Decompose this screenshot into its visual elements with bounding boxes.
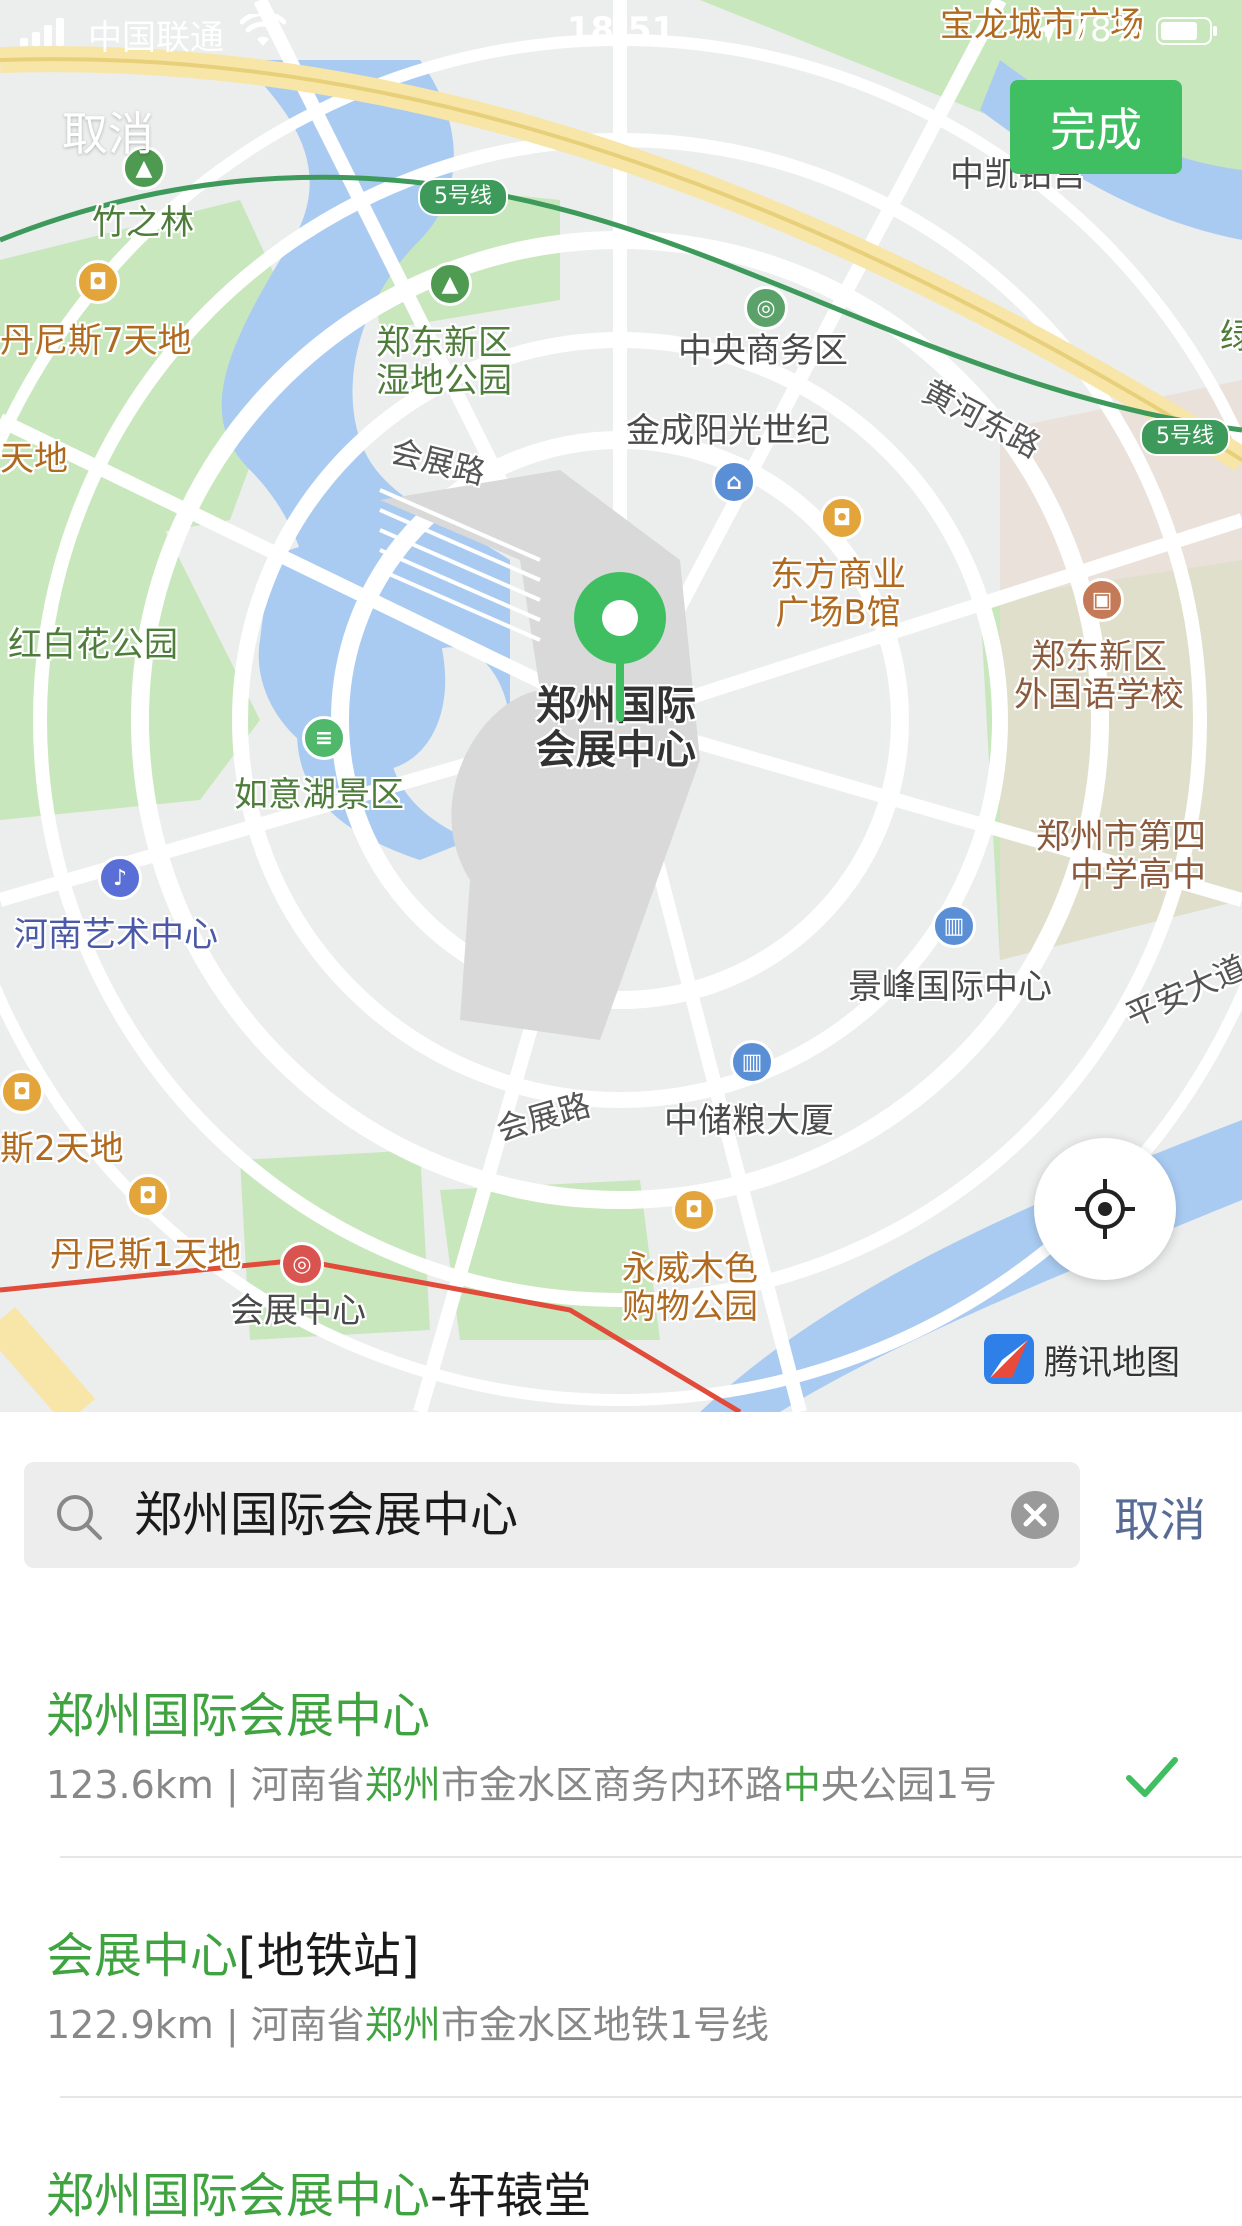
crosshair-icon	[1075, 1179, 1135, 1239]
shopping-bag-icon: ◘	[0, 1070, 44, 1114]
result-item[interactable]: 郑州国际会展中心-轩辕堂	[0, 2128, 1242, 2224]
shopping-bag-icon: ◘	[126, 1174, 170, 1218]
result-address-highlight: 中	[782, 1763, 821, 1807]
search-cancel-button[interactable]: 取消	[1114, 1484, 1206, 1550]
map-label: 河南艺术中心	[14, 915, 218, 955]
location-arrow-icon	[1036, 20, 1058, 44]
building-icon: ▥	[932, 904, 976, 948]
map-label-line: 郑东新区	[376, 323, 512, 363]
map-label: 红白花公园	[8, 625, 178, 665]
result-address-part: 河南省	[250, 2003, 365, 2047]
status-bar: 中国联通 18:51 78%	[0, 0, 1242, 64]
battery-percent: 78%	[1068, 10, 1144, 50]
map-label: 郑东新区 湿地公园	[376, 324, 512, 400]
result-title-rest: [地铁站]	[238, 1928, 420, 1984]
result-address-highlight: 郑州	[364, 1763, 441, 1807]
result-item[interactable]: 会展中心[地铁站] 122.9km | 河南省郑州市金水区地铁1号线	[0, 1888, 1242, 2108]
shopping-bag-icon: ◘	[672, 1188, 716, 1232]
map-label: 景峰国际中心	[848, 967, 1052, 1007]
map-label: 竹之林	[92, 203, 194, 243]
map-label-line: 东方商业	[770, 555, 906, 595]
divider	[60, 2096, 1242, 2098]
building-icon: ▥	[730, 1040, 774, 1084]
map-label: 丹尼斯7天地	[0, 321, 192, 361]
metro-station-icon: ◎	[280, 1242, 324, 1286]
map-label-line: 购物公园	[622, 1287, 758, 1327]
map-label: 郑州市第四 中学高中	[1036, 818, 1206, 894]
map-label: 永威木色 购物公园	[622, 1250, 758, 1326]
result-distance: 122.9km	[46, 2003, 214, 2047]
house-icon: ⌂	[712, 460, 756, 504]
result-separator: |	[213, 1763, 251, 1807]
done-button[interactable]: 完成	[1010, 80, 1182, 174]
map-label: 金成阳光世纪	[626, 411, 830, 451]
map-label-line: 外国语学校	[1014, 675, 1184, 715]
tencent-map-logo-icon	[984, 1334, 1034, 1384]
result-address-part: 市金水区商务内环路	[440, 1763, 783, 1807]
result-address-highlight: 郑州	[364, 2003, 441, 2047]
map-label: 天地	[0, 439, 68, 479]
music-note-icon: ♪	[98, 856, 142, 900]
search-results-sheet: 郑州国际会展中心 取消 郑州国际会展中心 123.6km | 河南省郑州市金水区…	[0, 1412, 1242, 2224]
tree-icon: ▲	[428, 262, 472, 306]
result-separator: |	[213, 2003, 251, 2047]
shopping-bag-icon: ◘	[76, 260, 120, 304]
map-label-line: 会展中心	[536, 727, 696, 773]
map-label: 斯2天地	[0, 1129, 124, 1169]
search-icon	[57, 1495, 102, 1540]
result-title-rest: -轩辕堂	[430, 2168, 592, 2224]
map-label: 郑东新区 外国语学校	[1014, 638, 1184, 714]
map-logo-text: 腾讯地图	[1044, 1342, 1180, 1383]
result-address: 123.6km | 河南省郑州市金水区商务内环路中央公园1号	[46, 1754, 997, 1809]
map-label-line: 广场B馆	[775, 593, 901, 633]
map-label: 会展中心	[230, 1291, 366, 1331]
map-label: 绿	[1220, 317, 1242, 357]
cancel-button[interactable]: 取消	[62, 98, 154, 164]
result-address-part: 央公园1号	[820, 1763, 998, 1807]
school-icon: ▣	[1080, 578, 1124, 622]
metro-station-icon: ◎	[744, 286, 788, 330]
result-title: 郑州国际会展中心-轩辕堂	[46, 2156, 591, 2226]
result-title: 郑州国际会展中心	[46, 1688, 431, 1744]
metro-line-badge: 5号线	[418, 178, 508, 216]
location-pin-icon	[574, 572, 666, 722]
map-provider-logo: 腾讯地图	[982, 1332, 1180, 1386]
scenic-area-icon: ≡	[302, 716, 346, 760]
result-distance: 123.6km	[46, 1763, 214, 1807]
search-input[interactable]: 郑州国际会展中心	[134, 1462, 1004, 1568]
result-address-part: 河南省	[250, 1763, 365, 1807]
map-label-line: 湿地公园	[376, 361, 512, 401]
result-address: 122.9km | 河南省郑州市金水区地铁1号线	[46, 1994, 769, 2049]
checkmark-icon	[1126, 1757, 1178, 1797]
result-title-highlight: 郑州国际会展中心	[46, 2168, 431, 2224]
map-label: 东方商业 广场B馆	[770, 556, 906, 632]
map-label: 中储粮大厦	[664, 1101, 834, 1141]
result-address-part: 市金水区地铁1号线	[440, 2003, 769, 2047]
map-label: 丹尼斯1天地	[50, 1235, 242, 1275]
map-label-line: 郑东新区	[1031, 637, 1167, 677]
result-title: 会展中心[地铁站]	[46, 1916, 419, 1986]
result-title-highlight: 会展中心	[46, 1928, 239, 1984]
locate-me-button[interactable]	[1034, 1138, 1176, 1280]
map-view[interactable]: 中国联通 18:51 78% 取消 完成 宝龙城市广场 中凯铂宫 竹之林 丹尼斯…	[0, 0, 1242, 1412]
map-label: 中央商务区	[678, 331, 848, 371]
map-label: 如意湖景区	[234, 775, 404, 815]
search-bar[interactable]: 郑州国际会展中心	[24, 1462, 1080, 1568]
battery-icon	[1156, 17, 1217, 45]
map-label-line: 郑州市第四	[1036, 817, 1206, 857]
map-label-line: 永威木色	[622, 1249, 758, 1289]
map-label-line: 中学高中	[1070, 855, 1206, 895]
metro-line-badge: 5号线	[1140, 418, 1230, 456]
clear-icon[interactable]	[1010, 1490, 1060, 1540]
divider	[60, 1856, 1242, 1858]
result-item[interactable]: 郑州国际会展中心 123.6km | 河南省郑州市金水区商务内环路中央公园1号	[0, 1648, 1242, 1868]
shopping-bag-icon: ◘	[820, 496, 864, 540]
